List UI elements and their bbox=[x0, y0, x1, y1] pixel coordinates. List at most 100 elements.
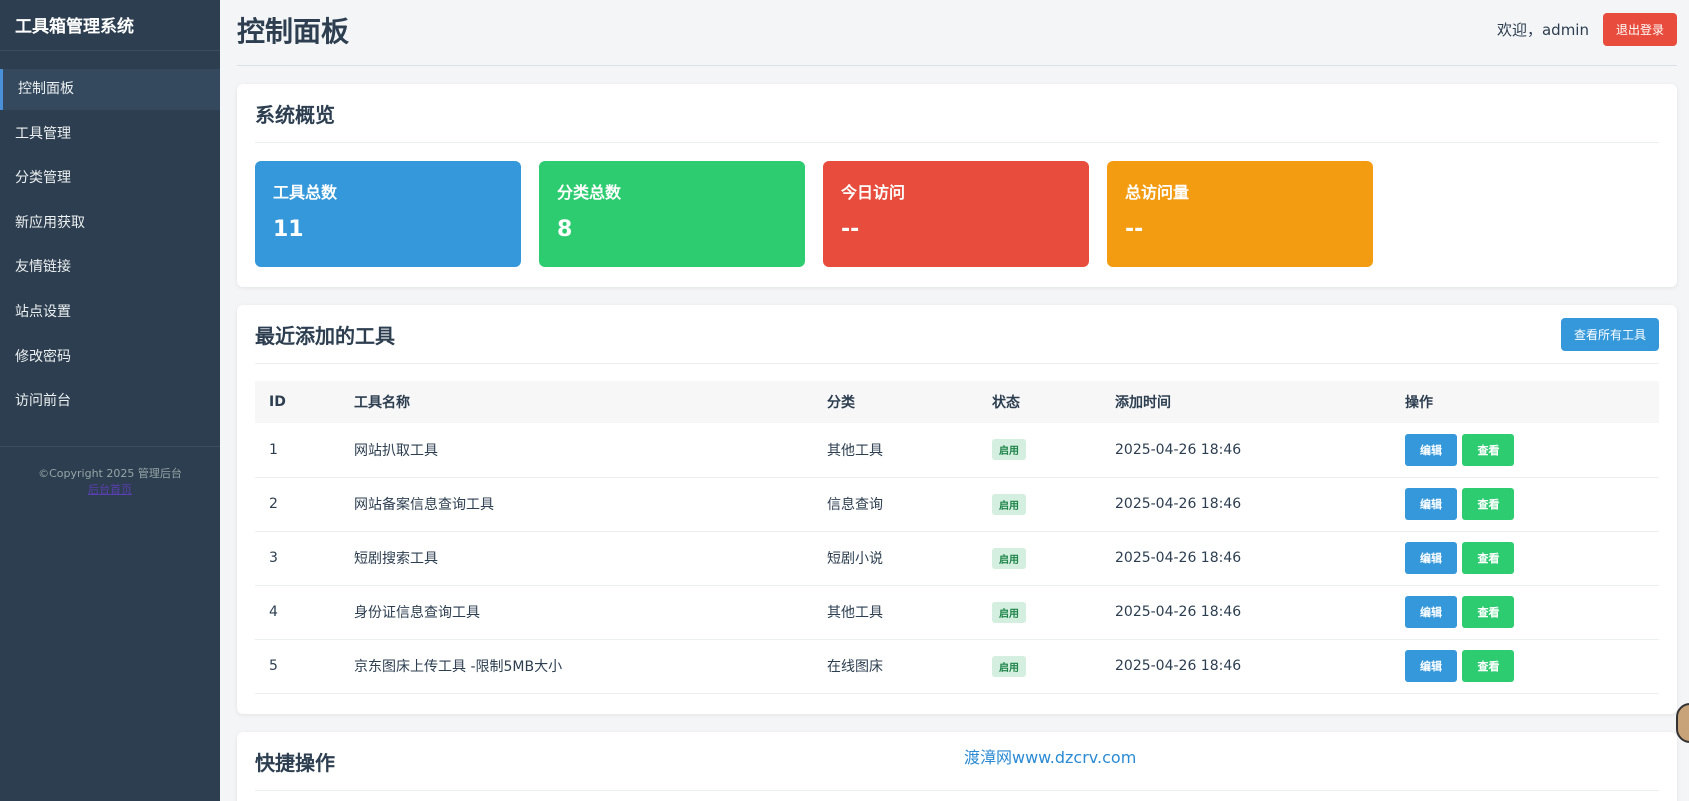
cell-category: 在线图床 bbox=[827, 659, 883, 675]
status-badge: 启用 bbox=[992, 493, 1026, 515]
sidebar-item-tools[interactable]: 工具管理 bbox=[0, 114, 220, 155]
logout-button[interactable]: 退出登录 bbox=[1602, 13, 1677, 46]
quick-actions-header: 快捷操作 bbox=[255, 732, 1659, 791]
status-badge: 启用 bbox=[992, 547, 1026, 569]
column-header-id: ID bbox=[269, 394, 286, 410]
welcome-text: 欢迎，admin bbox=[1496, 21, 1589, 39]
cell-status: 启用 bbox=[978, 639, 1101, 693]
cell-name: 京东图床上传工具 -限制5MB大小 bbox=[354, 659, 563, 675]
column-header-status: 状态 bbox=[992, 395, 1020, 411]
recent-tools-header: 最近添加的工具 查看所有工具 bbox=[255, 305, 1659, 364]
copyright-text: ©Copyright 2025 管理后台 bbox=[38, 467, 182, 481]
cell-status: 启用 bbox=[978, 585, 1101, 639]
stat-value: 8 bbox=[557, 217, 573, 242]
view-button[interactable]: 查看 bbox=[1462, 650, 1515, 682]
table-header-row: ID 工具名称 分类 状态 添加时间 操作 bbox=[255, 381, 1659, 423]
recent-tools-table: ID 工具名称 分类 状态 添加时间 操作 1 网站扒取工具 其他工具 启用 2… bbox=[255, 381, 1659, 694]
page-title: 控制面板 bbox=[237, 14, 350, 48]
user-area: 欢迎，admin 退出登录 bbox=[1497, 13, 1677, 46]
edit-button[interactable]: 编辑 bbox=[1405, 433, 1457, 466]
overview-header: 系统概览 bbox=[255, 84, 1659, 143]
edit-button[interactable]: 编辑 bbox=[1405, 488, 1457, 520]
cell-status: 启用 bbox=[978, 477, 1101, 531]
stat-label: 今日访问 bbox=[841, 183, 906, 202]
column-header-name: 工具名称 bbox=[354, 395, 410, 411]
table-row: 3 短剧搜索工具 短剧小说 启用 2025-04-26 18:46 编辑 查看 bbox=[255, 531, 1659, 585]
status-badge: 启用 bbox=[992, 655, 1026, 677]
sidebar-item-dashboard[interactable]: 控制面板 bbox=[0, 69, 220, 110]
edit-button[interactable]: 编辑 bbox=[1405, 596, 1457, 628]
stat-card-tools: 工具总数 11 bbox=[255, 161, 521, 267]
table-row: 5 京东图床上传工具 -限制5MB大小 在线图床 启用 2025-04-26 1… bbox=[255, 639, 1659, 693]
cell-category: 短剧小说 bbox=[827, 551, 883, 567]
cell-id: 3 bbox=[269, 550, 278, 566]
view-button[interactable]: 查看 bbox=[1462, 596, 1515, 628]
cell-id: 1 bbox=[269, 441, 278, 458]
stat-value: 11 bbox=[273, 217, 304, 242]
stat-card-total-visits: 总访问量 -- bbox=[1107, 161, 1373, 267]
sidebar-item-new-apps[interactable]: 新应用获取 bbox=[0, 203, 220, 244]
view-button[interactable]: 查看 bbox=[1462, 433, 1515, 466]
cell-time: 2025-04-26 18:46 bbox=[1115, 658, 1242, 674]
edit-button[interactable]: 编辑 bbox=[1405, 542, 1457, 574]
cell-name: 网站扒取工具 bbox=[354, 442, 438, 459]
status-badge: 启用 bbox=[992, 439, 1026, 461]
cell-id: 2 bbox=[269, 496, 278, 512]
stat-label: 分类总数 bbox=[557, 183, 622, 202]
cell-actions: 编辑 查看 bbox=[1391, 423, 1659, 477]
cell-time: 2025-04-26 18:46 bbox=[1115, 604, 1242, 620]
main-content: 控制面板 欢迎，admin 退出登录 系统概览 工具总数 11 分类总数 8 今… bbox=[237, 0, 1677, 801]
recent-tools-card: 最近添加的工具 查看所有工具 ID 工具名称 分类 状态 添加时间 操作 1 网… bbox=[237, 305, 1677, 714]
cell-category: 其他工具 bbox=[827, 605, 883, 621]
stat-card-today-visits: 今日访问 -- bbox=[823, 161, 1089, 267]
brand-title: 工具箱管理系统 bbox=[0, 0, 220, 51]
sidebar-item-change-password[interactable]: 修改密码 bbox=[0, 337, 220, 378]
sidebar-item-friend-links[interactable]: 友情链接 bbox=[0, 247, 220, 288]
overview-title: 系统概览 bbox=[255, 102, 335, 127]
sidebar: 工具箱管理系统 控制面板 工具管理 分类管理 新应用获取 友情链接 站点设置 修… bbox=[0, 0, 220, 801]
column-header-category: 分类 bbox=[827, 395, 855, 411]
stats-row: 工具总数 11 分类总数 8 今日访问 -- 总访问量 -- bbox=[255, 161, 1659, 267]
cell-id: 5 bbox=[269, 658, 278, 674]
sidebar-nav: 控制面板 工具管理 分类管理 新应用获取 友情链接 站点设置 修改密码 访问前台 bbox=[0, 69, 220, 422]
topbar: 控制面板 欢迎，admin 退出登录 bbox=[237, 0, 1677, 66]
view-all-tools-button[interactable]: 查看所有工具 bbox=[1560, 317, 1659, 351]
stat-value: -- bbox=[1125, 217, 1144, 242]
column-header-time: 添加时间 bbox=[1115, 395, 1171, 411]
recent-tools-title: 最近添加的工具 bbox=[255, 323, 395, 348]
cell-id: 4 bbox=[269, 604, 278, 620]
table-row: 1 网站扒取工具 其他工具 启用 2025-04-26 18:46 编辑 查看 bbox=[255, 423, 1659, 477]
cell-name: 身份证信息查询工具 bbox=[354, 605, 480, 621]
cell-time: 2025-04-26 18:46 bbox=[1115, 441, 1242, 458]
cell-category: 其他工具 bbox=[827, 442, 883, 459]
cell-category: 信息查询 bbox=[827, 497, 883, 513]
cell-time: 2025-04-26 18:46 bbox=[1115, 550, 1242, 566]
cell-name: 网站备案信息查询工具 bbox=[354, 497, 494, 513]
sidebar-item-site-settings[interactable]: 站点设置 bbox=[0, 292, 220, 333]
cell-actions: 编辑 查看 bbox=[1391, 531, 1659, 585]
quick-actions-title: 快捷操作 bbox=[255, 750, 335, 775]
cell-time: 2025-04-26 18:46 bbox=[1115, 496, 1242, 512]
view-button[interactable]: 查看 bbox=[1462, 542, 1515, 574]
view-button[interactable]: 查看 bbox=[1462, 488, 1515, 520]
overview-card: 系统概览 工具总数 11 分类总数 8 今日访问 -- 总访问量 -- bbox=[237, 84, 1677, 287]
footer-link[interactable]: 后台首页 bbox=[0, 481, 220, 497]
cell-actions: 编辑 查看 bbox=[1391, 639, 1659, 693]
stat-label: 工具总数 bbox=[273, 183, 338, 202]
stat-card-categories: 分类总数 8 bbox=[539, 161, 805, 267]
status-badge: 启用 bbox=[992, 601, 1026, 623]
sidebar-item-visit-frontend[interactable]: 访问前台 bbox=[0, 381, 220, 422]
sidebar-item-categories[interactable]: 分类管理 bbox=[0, 158, 220, 199]
quick-actions-card: 快捷操作 bbox=[237, 732, 1677, 801]
mascot-icon bbox=[1676, 703, 1689, 743]
cell-status: 启用 bbox=[978, 531, 1101, 585]
table-row: 2 网站备案信息查询工具 信息查询 启用 2025-04-26 18:46 编辑… bbox=[255, 477, 1659, 531]
watermark-text: 渡漳网www.dzcrv.com bbox=[964, 748, 1137, 767]
edit-button[interactable]: 编辑 bbox=[1405, 650, 1457, 682]
table-row: 4 身份证信息查询工具 其他工具 启用 2025-04-26 18:46 编辑 … bbox=[255, 585, 1659, 639]
cell-status: 启用 bbox=[978, 423, 1101, 477]
cell-actions: 编辑 查看 bbox=[1391, 585, 1659, 639]
sidebar-footer: ©Copyright 2025 管理后台 后台首页 bbox=[0, 446, 220, 497]
stat-label: 总访问量 bbox=[1125, 183, 1190, 202]
column-header-actions: 操作 bbox=[1405, 395, 1433, 411]
